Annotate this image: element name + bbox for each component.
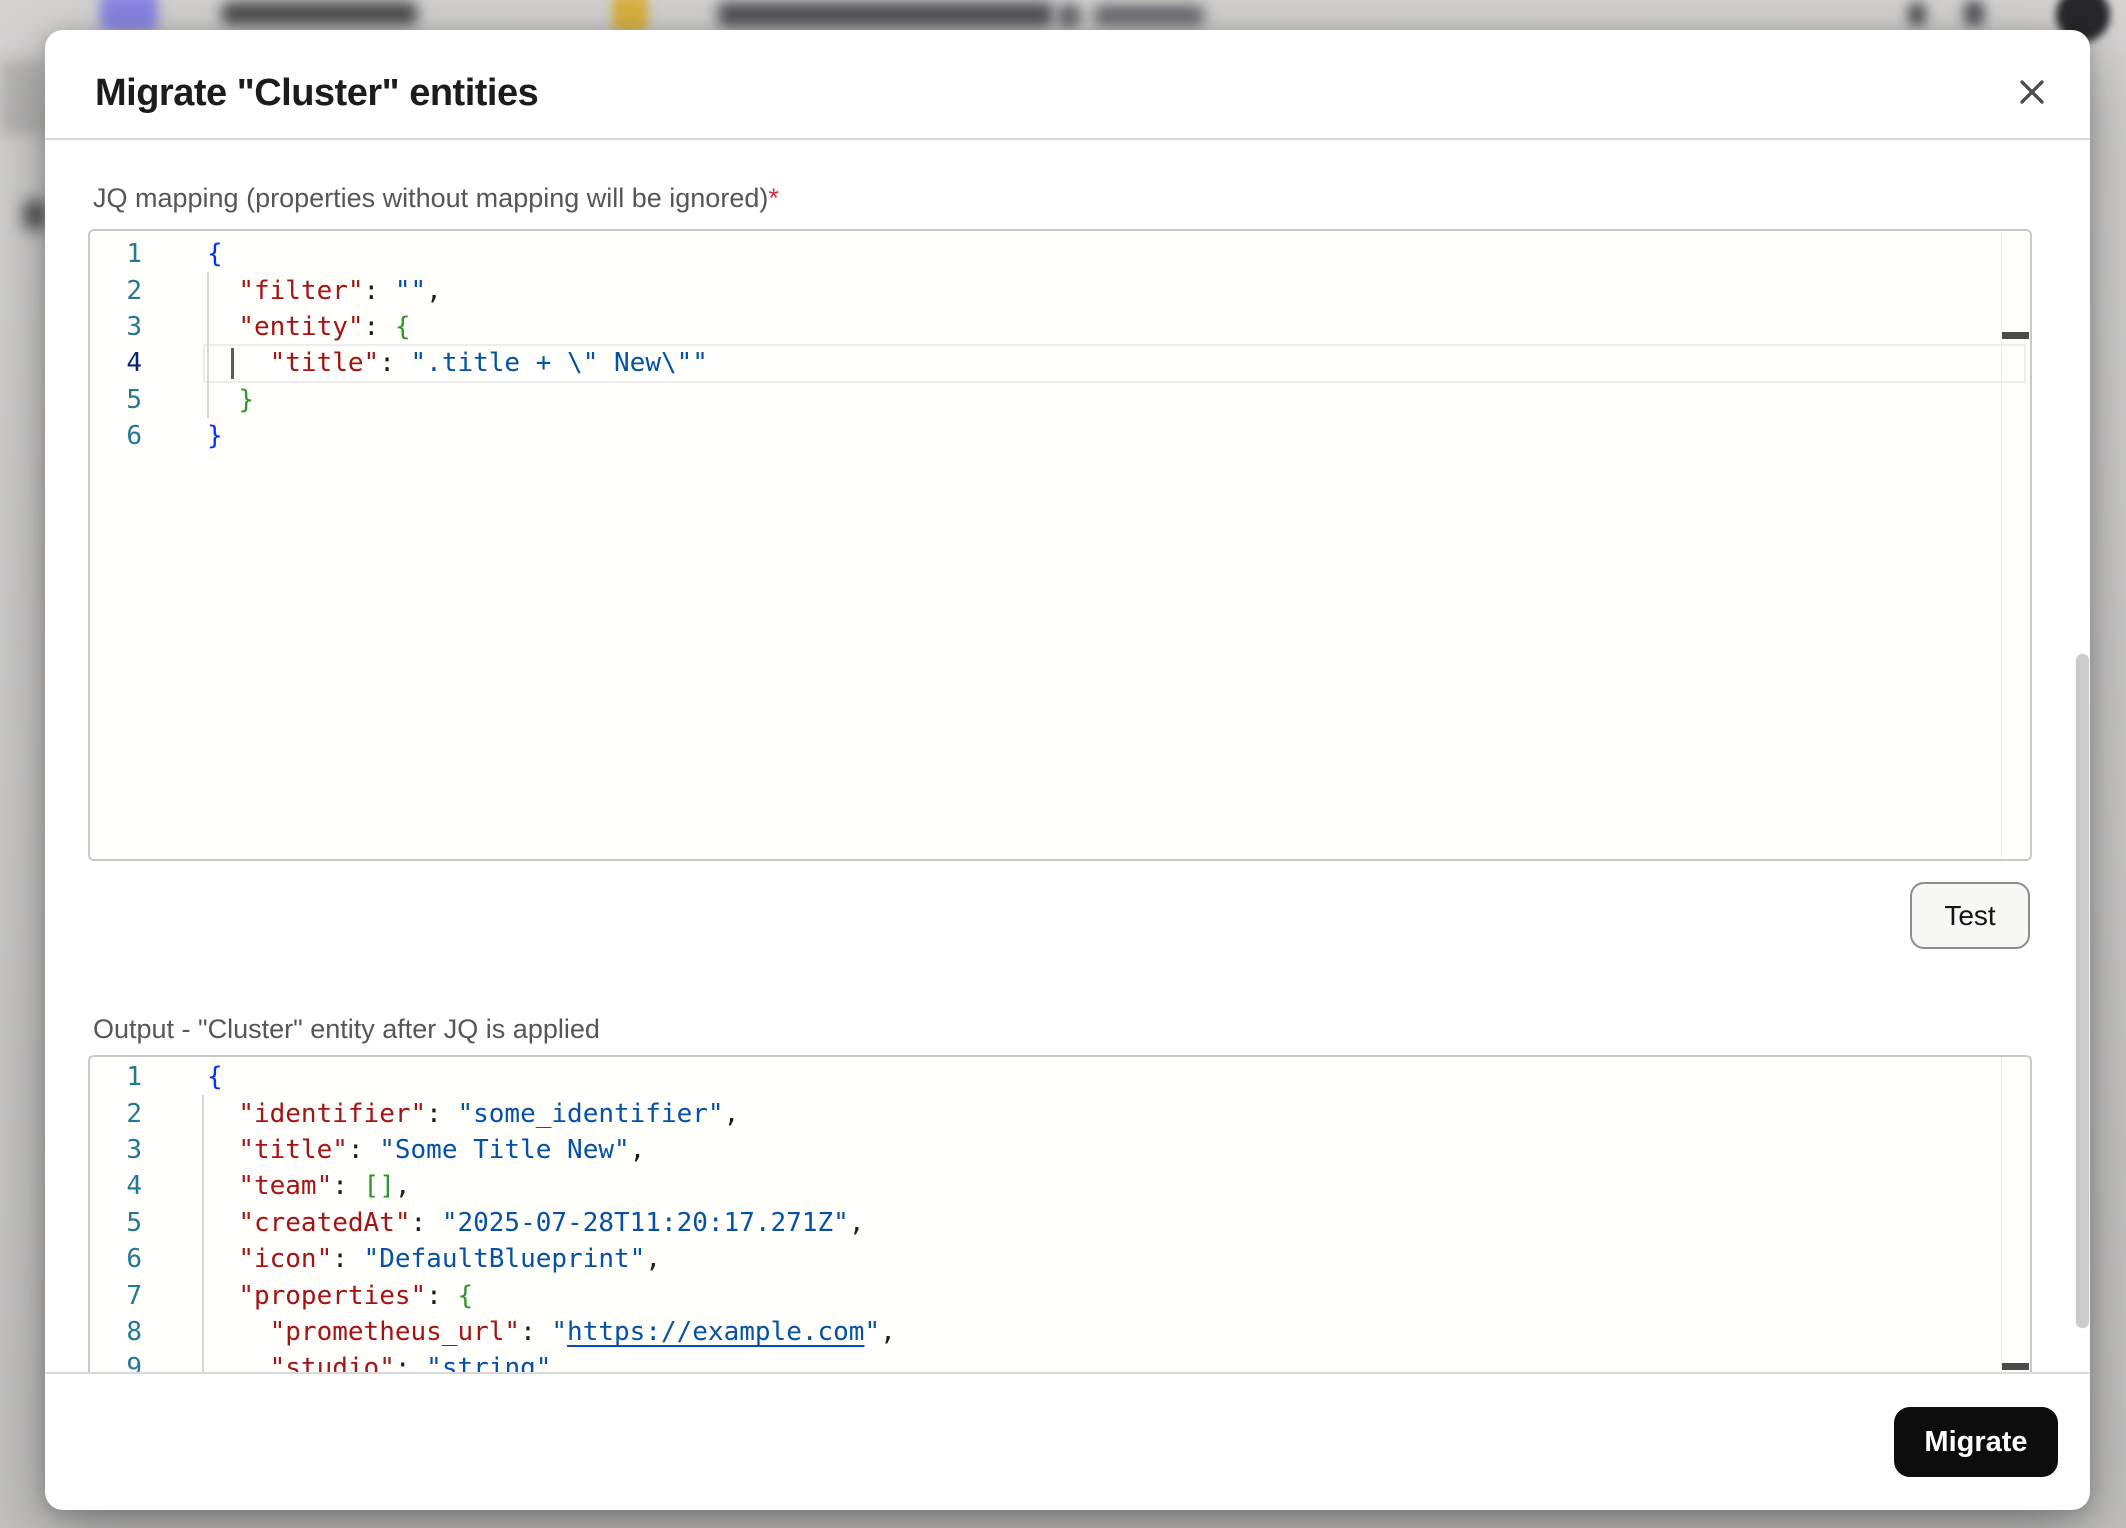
code-text: { bbox=[142, 239, 223, 269]
code-line[interactable]: 3 "title": "Some Title New", bbox=[90, 1132, 2030, 1168]
line-number: 5 bbox=[90, 1208, 142, 1238]
code-line[interactable]: 1{ bbox=[90, 1059, 2030, 1095]
backdrop-toolbar-icon bbox=[1908, 3, 1926, 26]
backdrop-toolbar-icon bbox=[1964, 1, 1984, 26]
footer-divider bbox=[45, 1372, 2090, 1374]
line-number: 3 bbox=[90, 1135, 142, 1165]
line-number: 3 bbox=[90, 312, 142, 342]
required-marker: * bbox=[768, 183, 779, 213]
line-number: 9 bbox=[90, 1353, 142, 1372]
backdrop-selfservice-icon bbox=[612, 0, 648, 32]
code-text: } bbox=[142, 421, 223, 451]
line-number: 5 bbox=[90, 385, 142, 415]
code-text: "properties": { bbox=[142, 1281, 473, 1311]
code-line[interactable]: 5 "createdAt": "2025-07-28T11:20:17.271Z… bbox=[90, 1205, 2030, 1241]
line-number: 1 bbox=[90, 1062, 142, 1092]
backdrop-sidebar-dot bbox=[24, 200, 46, 230]
line-number: 2 bbox=[90, 1099, 142, 1129]
backdrop-search-icon bbox=[1056, 3, 1082, 29]
migrate-button[interactable]: Migrate bbox=[1894, 1407, 2058, 1477]
jq-mapping-editor[interactable]: 1{2 "filter": "",3 "entity": {4 "title":… bbox=[88, 229, 2032, 861]
line-number: 4 bbox=[90, 1171, 142, 1201]
code-line[interactable]: 9 "studio": "string", bbox=[90, 1350, 2030, 1372]
code-text: "studio": "string", bbox=[142, 1353, 567, 1372]
code-text: "team": [], bbox=[142, 1171, 411, 1201]
backdrop-catalog-icon bbox=[100, 0, 158, 32]
migrate-entities-modal: Migrate "Cluster" entities JQ mapping (p… bbox=[45, 30, 2090, 1510]
code-text: "identifier": "some_identifier", bbox=[142, 1099, 739, 1129]
code-text: "entity": { bbox=[142, 312, 411, 342]
jq-mapping-label: JQ mapping (properties without mapping w… bbox=[93, 183, 779, 214]
modal-title: Migrate "Cluster" entities bbox=[95, 72, 538, 115]
code-text: "prometheus_url": "https://example.com", bbox=[142, 1317, 896, 1347]
code-line[interactable]: 1{ bbox=[90, 236, 2030, 272]
backdrop-catalog-label-blob bbox=[222, 2, 417, 25]
line-number: 2 bbox=[90, 276, 142, 306]
output-editor[interactable]: 1{2 "identifier": "some_identifier",3 "t… bbox=[88, 1055, 2032, 1372]
overview-cursor-marker bbox=[2002, 1363, 2029, 1370]
code-text: "title": "Some Title New", bbox=[142, 1135, 645, 1165]
code-line[interactable]: 6} bbox=[90, 418, 2030, 454]
code-line[interactable]: 6 "icon": "DefaultBlueprint", bbox=[90, 1241, 2030, 1277]
line-number: 6 bbox=[90, 1244, 142, 1274]
line-number: 7 bbox=[90, 1281, 142, 1311]
overview-cursor-marker bbox=[2002, 332, 2029, 339]
line-number: 6 bbox=[90, 421, 142, 451]
page-scrollbar-thumb[interactable] bbox=[2076, 654, 2089, 1328]
code-line[interactable]: 7 "properties": { bbox=[90, 1277, 2030, 1313]
code-line[interactable]: 2 "identifier": "some_identifier", bbox=[90, 1095, 2030, 1131]
code-text: "title": ".title + \" New\"" bbox=[142, 348, 708, 378]
code-line[interactable]: 3 "entity": { bbox=[90, 309, 2030, 345]
header-divider bbox=[45, 138, 2090, 140]
code-text: "filter": "", bbox=[142, 276, 442, 306]
code-line[interactable]: 2 "filter": "", bbox=[90, 272, 2030, 308]
code-text: { bbox=[142, 1062, 223, 1092]
code-text: "createdAt": "2025-07-28T11:20:17.271Z", bbox=[142, 1208, 864, 1238]
code-text: "icon": "DefaultBlueprint", bbox=[142, 1244, 661, 1274]
backdrop-sidebar-tile bbox=[0, 60, 44, 135]
output-label: Output - "Cluster" entity after JQ is ap… bbox=[93, 1014, 600, 1045]
code-text: } bbox=[142, 385, 254, 415]
backdrop-selfservice-label-blob bbox=[718, 2, 1053, 27]
overview-ruler bbox=[2001, 1057, 2002, 1372]
code-line[interactable]: 4 "title": ".title + \" New\"" bbox=[90, 345, 2030, 381]
code-line[interactable]: 4 "team": [], bbox=[90, 1168, 2030, 1204]
code-line[interactable]: 5 } bbox=[90, 382, 2030, 418]
line-number: 1 bbox=[90, 239, 142, 269]
close-icon bbox=[2016, 76, 2048, 108]
backdrop-search-label-blob bbox=[1094, 5, 1204, 26]
overview-ruler bbox=[2001, 231, 2002, 859]
code-line[interactable]: 8 "prometheus_url": "https://example.com… bbox=[90, 1314, 2030, 1350]
test-button[interactable]: Test bbox=[1910, 882, 2030, 949]
line-number: 4 bbox=[90, 348, 142, 378]
line-number: 8 bbox=[90, 1317, 142, 1347]
close-button[interactable] bbox=[2008, 68, 2056, 116]
